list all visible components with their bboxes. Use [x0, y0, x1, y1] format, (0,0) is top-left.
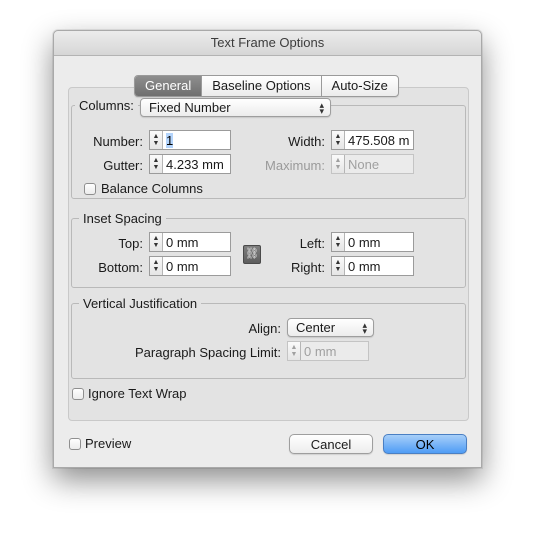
gutter-label: Gutter:: [103, 158, 143, 173]
gutter-field[interactable]: ▲ ▼ 4.233 mm: [149, 154, 231, 174]
popup-arrows-icon: ▴ ▾: [362, 319, 367, 336]
columns-label: Columns:: [75, 98, 138, 113]
maximum-label: Maximum:: [265, 158, 325, 173]
vertical-justification-legend: Vertical Justification: [79, 296, 202, 311]
ok-button[interactable]: OK: [383, 434, 467, 454]
number-label: Number:: [93, 134, 143, 149]
popup-arrows-icon: ▴ ▾: [319, 99, 324, 116]
stepper-arrows-icon: ▲ ▼: [332, 155, 345, 173]
ignore-text-wrap-label: Ignore Text Wrap: [88, 386, 187, 401]
paragraph-spacing-limit-field: ▲ ▼ 0 mm: [287, 341, 369, 361]
stepper-arrows-icon[interactable]: ▲ ▼: [150, 131, 163, 149]
paragraph-spacing-limit-value: 0 mm: [304, 343, 337, 359]
window-title: Text Frame Options: [54, 31, 481, 56]
columns-type-popup[interactable]: Fixed Number ▴ ▾: [140, 98, 331, 117]
stepper-arrows-icon[interactable]: ▲ ▼: [332, 257, 345, 275]
left-label: Left:: [299, 236, 325, 251]
stepper-arrows-icon[interactable]: ▲ ▼: [150, 257, 163, 275]
tab-auto-size[interactable]: Auto-Size: [322, 76, 398, 96]
paragraph-spacing-limit-label: Paragraph Spacing Limit:: [135, 345, 281, 360]
left-value: 0 mm: [348, 234, 381, 250]
bottom-label: Bottom:: [98, 260, 143, 275]
columns-type-value: Fixed Number: [149, 100, 231, 115]
bottom-field[interactable]: ▲ ▼ 0 mm: [149, 256, 231, 276]
gutter-value: 4.233 mm: [166, 156, 224, 172]
stepper-arrows-icon: ▲ ▼: [288, 342, 301, 360]
dialog-window: Text Frame Options Columns: Fixed Number…: [53, 30, 482, 468]
left-field[interactable]: ▲ ▼ 0 mm: [331, 232, 414, 252]
preview-checkbox[interactable]: [69, 438, 81, 450]
stepper-arrows-icon[interactable]: ▲ ▼: [150, 155, 163, 173]
number-field[interactable]: ▲ ▼ 1: [149, 130, 231, 150]
balance-columns-checkbox[interactable]: [84, 183, 96, 195]
tab-baseline-options[interactable]: Baseline Options: [202, 76, 322, 96]
tab-bar: General Baseline Options Auto-Size: [134, 75, 399, 97]
vertical-justification-group: [71, 303, 466, 379]
maximum-field: ▲ ▼ None: [331, 154, 414, 174]
width-field[interactable]: ▲ ▼ 475.508 m: [331, 130, 414, 150]
align-popup[interactable]: Center ▴ ▾: [287, 318, 374, 337]
top-field[interactable]: ▲ ▼ 0 mm: [149, 232, 231, 252]
top-label: Top:: [118, 236, 143, 251]
align-label: Align:: [248, 321, 281, 336]
width-value: 475.508 m: [348, 132, 410, 148]
balance-columns-label: Balance Columns: [101, 181, 203, 196]
bottom-value: 0 mm: [166, 258, 199, 274]
maximum-value: None: [348, 156, 380, 172]
stepper-arrows-icon[interactable]: ▲ ▼: [332, 131, 345, 149]
align-value: Center: [296, 320, 336, 335]
right-field[interactable]: ▲ ▼ 0 mm: [331, 256, 414, 276]
cancel-button[interactable]: Cancel: [289, 434, 373, 454]
chain-link-icon[interactable]: ⛓: [243, 245, 261, 264]
right-value: 0 mm: [348, 258, 381, 274]
stepper-arrows-icon[interactable]: ▲ ▼: [150, 233, 163, 251]
stepper-arrows-icon[interactable]: ▲ ▼: [332, 233, 345, 251]
preview-label: Preview: [85, 436, 132, 451]
tab-general[interactable]: General: [135, 76, 203, 96]
inset-spacing-legend: Inset Spacing: [79, 211, 166, 226]
inset-spacing-group: [71, 218, 466, 288]
width-label: Width:: [288, 134, 325, 149]
number-value: 1: [166, 132, 174, 148]
general-panel: Columns: Fixed Number ▴ ▾ Number: ▲ ▼ 1 Wi…: [68, 87, 469, 421]
top-value: 0 mm: [166, 234, 199, 250]
right-label: Right:: [291, 260, 325, 275]
ignore-text-wrap-checkbox[interactable]: [72, 388, 84, 400]
